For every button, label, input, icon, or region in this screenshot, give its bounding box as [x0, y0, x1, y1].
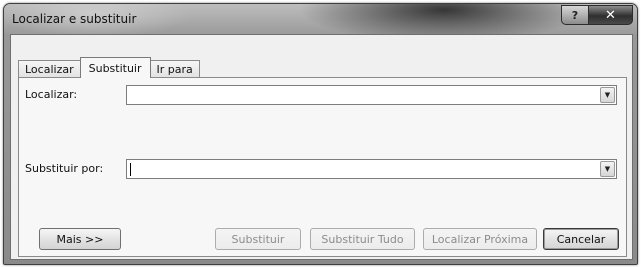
window-title: Localizar e substituir: [12, 12, 137, 26]
replace-label: Substituir por:: [25, 162, 104, 175]
caption-buttons: ? ✕: [561, 5, 633, 25]
text-cursor: [130, 163, 131, 176]
help-button[interactable]: ?: [561, 5, 589, 25]
find-replace-dialog: Localizar e substituir ? ✕ Localizar Sub…: [3, 3, 638, 265]
close-button[interactable]: ✕: [589, 5, 633, 25]
cancel-button[interactable]: Cancelar: [543, 228, 619, 250]
find-label: Localizar:: [25, 88, 78, 101]
tab-label: Ir para: [156, 63, 193, 76]
chevron-down-icon[interactable]: ▼: [600, 87, 615, 103]
more-button[interactable]: Mais >>: [39, 228, 121, 250]
replace-all-button[interactable]: Substituir Tudo: [310, 228, 415, 250]
replace-input[interactable]: ▼: [126, 159, 617, 179]
tab-substituir[interactable]: Substituir: [79, 57, 151, 78]
tab-localizar[interactable]: Localizar: [18, 60, 81, 78]
tab-label: Localizar: [25, 63, 74, 76]
title-bar[interactable]: Localizar e substituir ? ✕: [4, 4, 637, 34]
tab-strip: Localizar Substituir Ir para: [18, 57, 200, 78]
find-input[interactable]: ▼: [126, 85, 617, 105]
find-next-button[interactable]: Localizar Próxima: [423, 228, 537, 250]
replace-button[interactable]: Substituir: [215, 228, 301, 250]
replace-tab-panel: Localizar: ▼ Substituir por: ▼ Mais >> S…: [18, 77, 627, 257]
dialog-client-area: Localizar Substituir Ir para Localizar: …: [10, 34, 633, 260]
chevron-down-icon[interactable]: ▼: [600, 161, 615, 177]
tab-label: Substituir: [88, 61, 142, 75]
tab-ir-para[interactable]: Ir para: [149, 60, 200, 78]
